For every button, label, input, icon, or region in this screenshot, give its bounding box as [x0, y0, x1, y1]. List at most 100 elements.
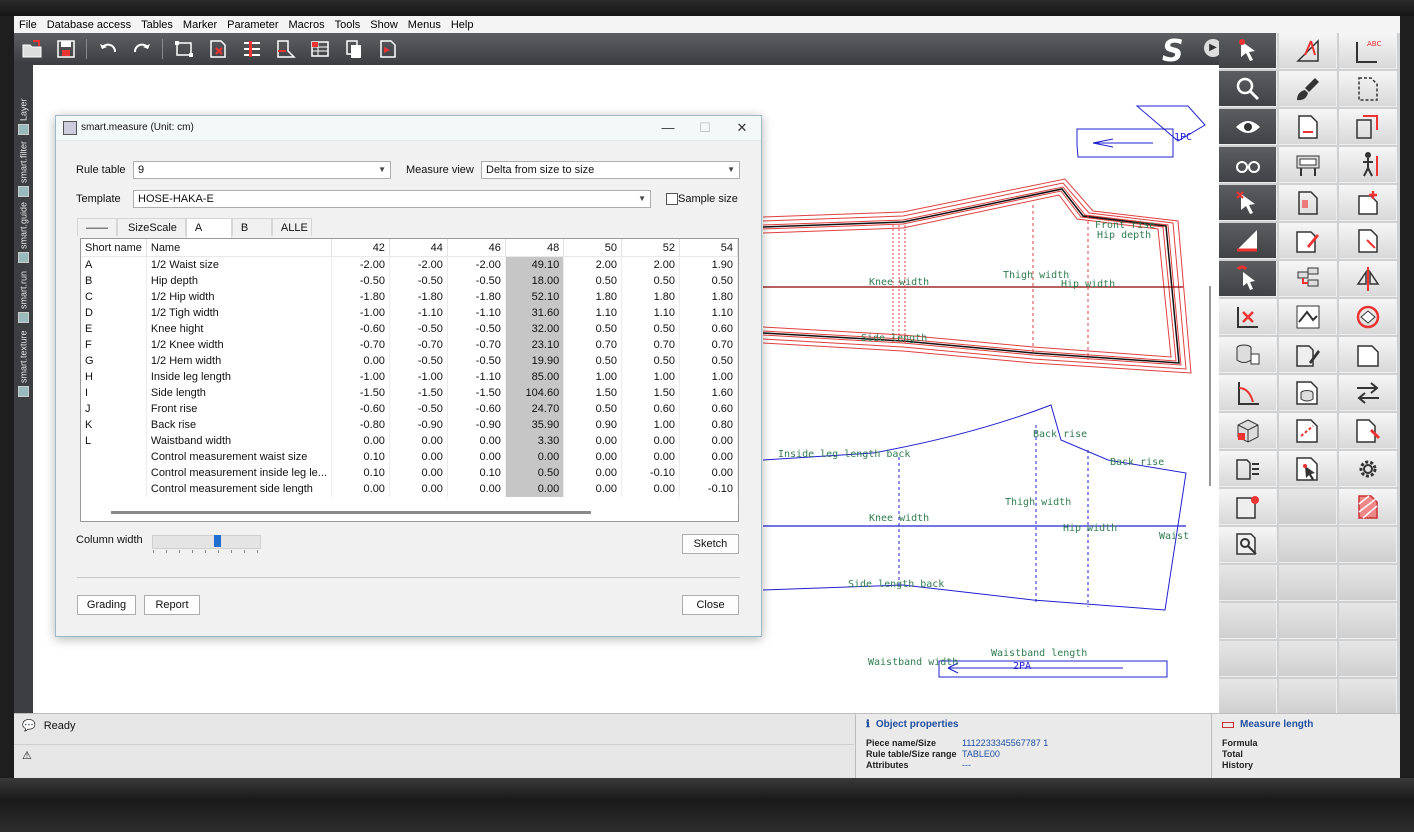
table-cell[interactable]: 0.50: [563, 321, 623, 337]
column-width-slider[interactable]: [152, 535, 261, 549]
table-cell[interactable]: 3.30: [505, 433, 565, 449]
table-cell[interactable]: -1.10: [447, 305, 506, 321]
table-cell[interactable]: -1.50: [331, 385, 390, 401]
measure-table[interactable]: Short name Name 42 44 46 48 50 52 54 A 1/…: [80, 238, 739, 522]
table-cell[interactable]: I: [81, 385, 147, 401]
table-cell[interactable]: 1.60: [679, 385, 738, 401]
table-cell[interactable]: L: [81, 433, 147, 449]
corner-fold-icon[interactable]: [1339, 337, 1397, 373]
table-cell[interactable]: 2.00: [563, 256, 623, 273]
tab-b[interactable]: B: [231, 218, 272, 236]
table-cell[interactable]: 1.10: [563, 305, 623, 321]
side-tab-smart-run[interactable]: smart.run: [16, 267, 31, 323]
close-icon[interactable]: ✕: [727, 118, 757, 138]
table-cell[interactable]: 0.10: [331, 449, 390, 465]
tab-alle[interactable]: ALLE: [271, 218, 312, 236]
table-cell[interactable]: A: [81, 256, 147, 273]
table-row[interactable]: Control measurement waist size 0.10 0.00 0.…: [81, 449, 738, 465]
menu-macros[interactable]: Macros: [284, 19, 330, 31]
table-cell[interactable]: Control measurement waist size: [146, 449, 332, 465]
table-cell[interactable]: Hip depth: [146, 273, 332, 289]
table-cell[interactable]: 0.00: [331, 481, 390, 497]
table-cell[interactable]: G: [81, 353, 147, 369]
undo-icon[interactable]: [96, 37, 120, 61]
table-cell[interactable]: 1.80: [679, 289, 738, 305]
table-cell[interactable]: 0.50: [563, 353, 623, 369]
table-cell[interactable]: 19.90: [505, 353, 565, 369]
waistband-piece[interactable]: [938, 660, 1168, 678]
table-cell[interactable]: 0.90: [563, 417, 623, 433]
zoom-icon[interactable]: [1219, 71, 1277, 107]
slider-thumb[interactable]: [214, 535, 221, 547]
rotate-piece-icon[interactable]: [1339, 109, 1397, 145]
dashed-piece-icon[interactable]: [1339, 71, 1397, 107]
rule-table-select[interactable]: 9 ▼: [133, 161, 391, 179]
table-cell[interactable]: 49.10: [505, 256, 565, 273]
table-cell[interactable]: -0.10: [679, 481, 738, 497]
glasses-icon[interactable]: [1219, 147, 1277, 183]
column-header[interactable]: 50: [563, 239, 623, 257]
menu-tools[interactable]: Tools: [330, 19, 366, 31]
tab-a[interactable]: A: [185, 218, 232, 238]
table-cell[interactable]: K: [81, 417, 147, 433]
table-cell[interactable]: 0.50: [505, 465, 565, 481]
table-cell[interactable]: 0.50: [563, 273, 623, 289]
table-cell[interactable]: 0.00: [331, 353, 390, 369]
swap-arrows-icon[interactable]: [1339, 375, 1397, 411]
table-cell[interactable]: 1.80: [563, 289, 623, 305]
tab-blank[interactable]: ——: [77, 218, 117, 236]
table-cell[interactable]: 1.00: [621, 417, 680, 433]
rotate-circle-icon[interactable]: [1339, 299, 1397, 335]
column-header[interactable]: 42: [331, 239, 390, 257]
table-cell[interactable]: -0.10: [621, 465, 680, 481]
mirror-icon[interactable]: [1339, 261, 1397, 297]
table-cell[interactable]: 0.00: [679, 465, 738, 481]
magnet-select-icon[interactable]: [1219, 261, 1277, 297]
table-cell[interactable]: -2.00: [447, 256, 506, 273]
table-cell[interactable]: 18.00: [505, 273, 565, 289]
table-row[interactable]: Control measurement inside leg le... 0.10…: [81, 465, 738, 481]
table-cell[interactable]: 1.10: [679, 305, 738, 321]
table-cell[interactable]: 32.00: [505, 321, 565, 337]
table-row[interactable]: J Front rise -0.60 -0.50 -0.60 24.70 0.50 0.60 0…: [81, 401, 738, 417]
table-cell[interactable]: Control measurement inside leg le...: [146, 465, 332, 481]
table-cell[interactable]: J: [81, 401, 147, 417]
table-cell[interactable]: -1.00: [389, 369, 448, 385]
compass-draw-icon[interactable]: [1279, 33, 1337, 69]
table-cell[interactable]: -0.50: [447, 273, 506, 289]
table-cell[interactable]: 52.10: [505, 289, 565, 305]
table-cell[interactable]: 1.50: [563, 385, 623, 401]
menu-help[interactable]: Help: [446, 19, 479, 31]
table-cell[interactable]: 0.50: [679, 273, 738, 289]
copy-icon[interactable]: [342, 37, 366, 61]
minimize-icon[interactable]: —: [653, 118, 683, 138]
table-row[interactable]: G 1/2 Hem width 0.00 -0.50 -0.50 19.90 0.50 0.5…: [81, 353, 738, 369]
table-cell[interactable]: 0.80: [679, 417, 738, 433]
table-cell[interactable]: 0.00: [389, 481, 448, 497]
delete-point-icon[interactable]: [1219, 299, 1277, 335]
table-cell[interactable]: -0.50: [389, 321, 448, 337]
table-cell[interactable]: 31.60: [505, 305, 565, 321]
select-arrow-icon[interactable]: [1219, 33, 1277, 69]
table-cell[interactable]: -0.70: [331, 337, 390, 353]
table-cell[interactable]: -1.80: [389, 289, 448, 305]
table-horizontal-scrollbar[interactable]: [111, 511, 591, 514]
back-leg-piece[interactable]: [762, 404, 1187, 611]
table-cell[interactable]: -0.60: [331, 321, 390, 337]
table-cell[interactable]: [81, 481, 147, 497]
column-header[interactable]: Short name: [81, 239, 147, 257]
table-cell[interactable]: -0.50: [389, 401, 448, 417]
text-label-icon[interactable]: ABC: [1339, 33, 1397, 69]
measure-ruler-icon[interactable]: [1219, 223, 1277, 259]
table-cell[interactable]: -0.60: [447, 401, 506, 417]
menu-database-access[interactable]: Database access: [42, 19, 136, 31]
table-cell[interactable]: 0.00: [621, 449, 680, 465]
table-cell[interactable]: -0.50: [447, 353, 506, 369]
table-cell[interactable]: 2.00: [621, 256, 680, 273]
table-cell[interactable]: C: [81, 289, 147, 305]
table-cell[interactable]: 0.50: [679, 353, 738, 369]
table-cell[interactable]: 0.00: [563, 465, 623, 481]
table-cell[interactable]: 1/2 Waist size: [146, 256, 332, 273]
table-cell[interactable]: Front rise: [146, 401, 332, 417]
table-cell[interactable]: 0.60: [621, 401, 680, 417]
